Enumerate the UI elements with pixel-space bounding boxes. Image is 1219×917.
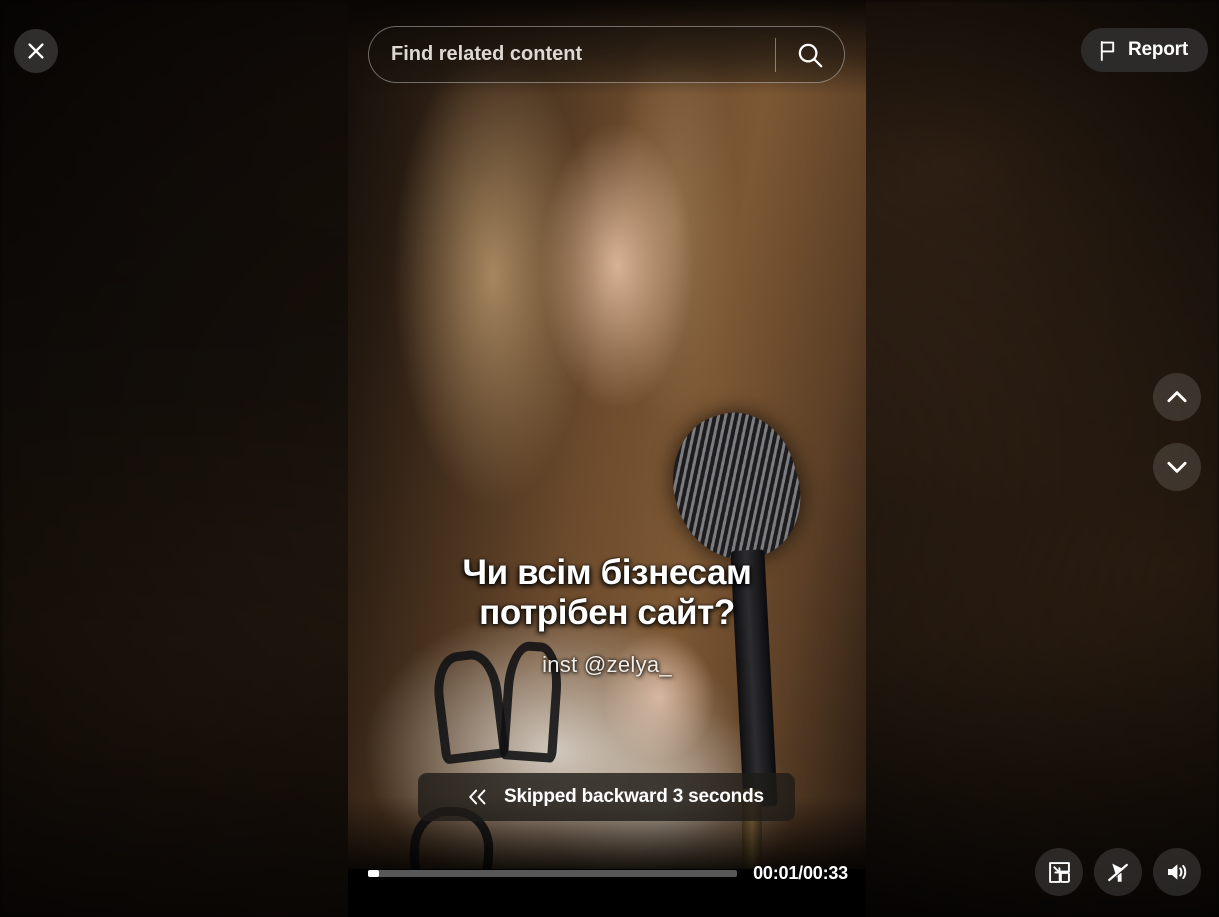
volume-button[interactable] [1153, 848, 1201, 896]
next-video-button[interactable] [1153, 443, 1201, 491]
previous-video-button[interactable] [1153, 373, 1201, 421]
seek-toast: Skipped backward 3 seconds [418, 773, 795, 821]
video-viewer: Чи всім бізнесам потрібен сайт? inst @ze… [0, 0, 1219, 917]
picture-in-picture-icon [1048, 861, 1070, 883]
search-submit-button[interactable] [776, 27, 844, 82]
microphone-head [656, 398, 817, 574]
close-button[interactable] [14, 29, 58, 73]
autoscroll-off-button[interactable] [1094, 848, 1142, 896]
playback-controls: 00:01/00:33 [348, 859, 866, 887]
shirt-graphic [499, 640, 565, 763]
chevrons-left-icon [469, 789, 486, 805]
report-label: Report [1127, 39, 1188, 60]
report-button[interactable]: Report [1080, 28, 1208, 72]
cursor-slash-icon [1107, 863, 1128, 882]
chevron-down-icon [1167, 461, 1187, 473]
microphone-stem [729, 549, 777, 808]
progress-fill [368, 869, 380, 877]
toast-message: Skipped backward 3 seconds [504, 786, 764, 807]
time-display: 00:01/00:33 [753, 862, 848, 883]
flag-icon [1100, 40, 1115, 61]
picture-in-picture-button[interactable] [1035, 848, 1083, 896]
close-icon [28, 43, 44, 59]
shirt-graphic [429, 647, 510, 765]
player-controls-cluster [1035, 848, 1201, 896]
chevron-up-icon [1167, 391, 1187, 403]
progress-bar[interactable] [368, 869, 738, 877]
search-input[interactable] [369, 27, 775, 82]
volume-high-icon [1168, 864, 1187, 880]
search-icon [798, 43, 823, 67]
related-content-search[interactable] [368, 26, 845, 83]
